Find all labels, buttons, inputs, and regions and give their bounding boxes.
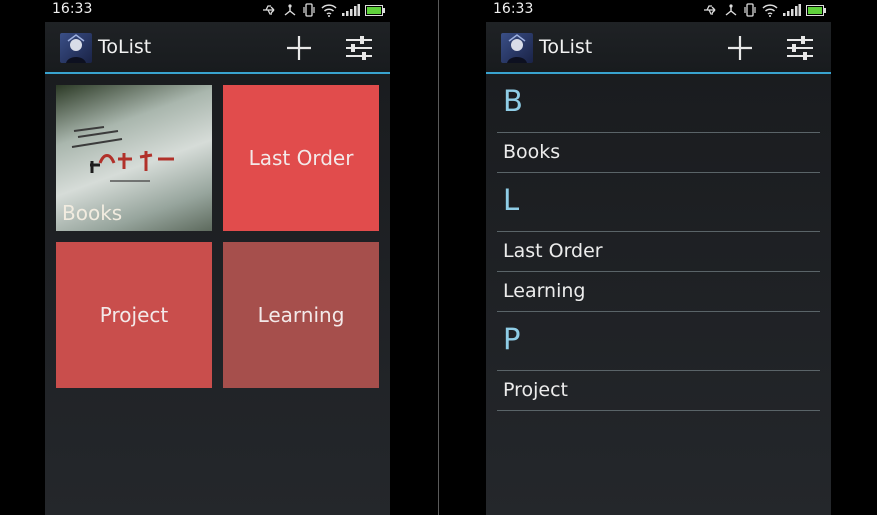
screenshot-divider xyxy=(438,0,439,515)
section-letter: L xyxy=(503,183,520,217)
app-icon[interactable] xyxy=(501,33,533,63)
app-icon[interactable] xyxy=(60,33,92,63)
tile-books-label: Books xyxy=(62,201,123,225)
list-item-label: Learning xyxy=(503,280,586,302)
tile-project-label: Project xyxy=(99,303,169,327)
book-cover-image xyxy=(71,126,174,182)
status-icons xyxy=(703,3,826,17)
add-button[interactable] xyxy=(283,32,315,64)
status-time: 16:33 xyxy=(52,1,93,17)
battery-icon xyxy=(365,4,385,16)
add-button[interactable] xyxy=(724,32,756,64)
tile-books[interactable]: Books xyxy=(56,85,212,231)
status-time: 16:33 xyxy=(493,1,534,17)
add-icon xyxy=(287,36,311,60)
settings-button[interactable] xyxy=(784,32,816,64)
list-item[interactable]: Last Order xyxy=(497,232,820,272)
list-item[interactable]: Books xyxy=(497,133,820,173)
signal-icon xyxy=(342,4,360,16)
list-item-label: Project xyxy=(503,379,569,401)
section-letter: P xyxy=(503,322,521,356)
grid-content: Books Last Order Project Learning xyxy=(45,74,390,515)
list-item[interactable]: Learning xyxy=(497,272,820,312)
action-bar: ToList xyxy=(45,22,390,74)
action-bar: ToList xyxy=(486,22,831,74)
sliders-icon xyxy=(346,36,372,60)
status-bar: 16:33 xyxy=(486,0,831,22)
share-icon xyxy=(284,4,296,16)
section-header-p: P xyxy=(497,312,820,371)
tile-project[interactable]: Project xyxy=(56,242,212,388)
tile-learning-label: Learning xyxy=(257,303,345,327)
sliders-icon xyxy=(787,36,813,60)
app-title: ToList xyxy=(539,36,593,58)
list-item-label: Books xyxy=(503,141,561,163)
settings-button[interactable] xyxy=(343,32,375,64)
usb-icon xyxy=(704,5,716,15)
vibrate-icon xyxy=(303,3,315,17)
list-item[interactable]: Project xyxy=(497,371,820,411)
section-header-b: B xyxy=(497,74,820,133)
share-icon xyxy=(725,4,737,16)
wifi-icon xyxy=(762,3,778,17)
battery-icon xyxy=(806,4,826,16)
usb-icon xyxy=(263,5,275,15)
section-letter: B xyxy=(503,84,523,118)
tile-last-order[interactable]: Last Order xyxy=(223,85,379,231)
phone-list-view: 16:33 ToList B Books L Last Order Learni… xyxy=(486,0,831,515)
tile-last-order-label: Last Order xyxy=(248,146,354,170)
tile-learning[interactable]: Learning xyxy=(223,242,379,388)
status-icons xyxy=(262,3,385,17)
add-icon xyxy=(728,36,752,60)
section-header-l: L xyxy=(497,173,820,232)
vibrate-icon xyxy=(744,3,756,17)
phone-grid-view: 16:33 ToList Books Last Order Project Le… xyxy=(45,0,390,515)
app-title: ToList xyxy=(98,36,152,58)
status-bar: 16:33 xyxy=(45,0,390,22)
wifi-icon xyxy=(321,3,337,17)
signal-icon xyxy=(783,4,801,16)
indexed-list: B Books L Last Order Learning P Project xyxy=(497,74,820,411)
list-item-label: Last Order xyxy=(503,240,603,262)
list-content: B Books L Last Order Learning P Project xyxy=(486,74,831,515)
